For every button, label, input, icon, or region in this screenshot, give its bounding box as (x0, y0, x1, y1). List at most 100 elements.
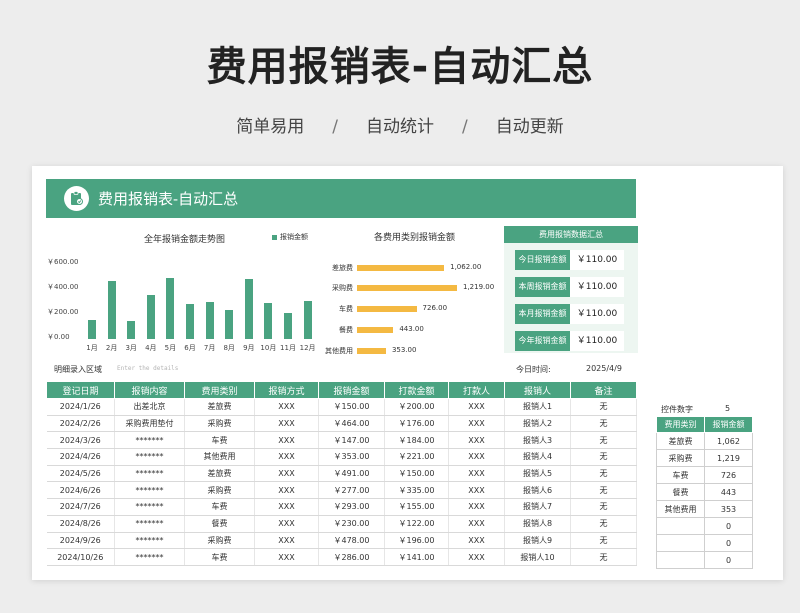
table-cell[interactable]: XXX (448, 548, 505, 566)
column-header[interactable]: 报销内容 (114, 381, 185, 399)
table-cell[interactable]: ******* (114, 498, 185, 516)
table-cell[interactable]: 无 (570, 548, 637, 566)
table-cell[interactable]: 采购费 (184, 532, 255, 550)
table-cell[interactable]: 2024/1/26 (46, 398, 115, 416)
table-cell[interactable]: 2024/3/26 (46, 431, 115, 450)
table-cell[interactable]: 其他费用 (184, 448, 255, 466)
control-value[interactable]: 5 (725, 404, 730, 413)
table-cell[interactable]: 报销人3 (504, 431, 571, 450)
table-cell[interactable]: 2024/2/26 (46, 415, 115, 433)
table-cell[interactable]: XXX (254, 515, 319, 533)
table-cell[interactable]: 差旅费 (184, 398, 255, 416)
table-cell[interactable]: 报销人5 (504, 465, 571, 483)
table-cell[interactable]: 无 (570, 515, 637, 533)
table-cell[interactable]: 报销人4 (504, 448, 571, 466)
table-cell[interactable]: ￥200.00 (384, 398, 449, 416)
table-cell[interactable]: XXX (448, 431, 505, 450)
table-cell[interactable]: ￥464.00 (318, 415, 385, 433)
column-header[interactable]: 费用类别 (184, 381, 255, 399)
table-cell[interactable]: ￥286.00 (318, 548, 385, 566)
table-cell[interactable]: 报销人2 (504, 415, 571, 433)
table-cell[interactable]: ￥293.00 (318, 498, 385, 516)
table-cell[interactable]: XXX (448, 398, 505, 416)
table-cell[interactable]: XXX (448, 465, 505, 483)
table-cell[interactable]: 无 (570, 415, 637, 433)
table-cell[interactable]: XXX (448, 448, 505, 466)
table-cell[interactable]: ￥353.00 (318, 448, 385, 466)
table-cell[interactable]: 餐费 (184, 515, 255, 533)
table-cell[interactable]: 2024/7/26 (46, 498, 115, 516)
table-row[interactable]: 2024/2/26 采购费用垫付 采购费 XXX ￥464.00 ￥176.00 XXX 报销… (46, 415, 637, 433)
table-cell[interactable]: XXX (448, 415, 505, 433)
table-cell[interactable]: 报销人9 (504, 532, 571, 550)
table-cell[interactable]: XXX (448, 481, 505, 500)
table-cell[interactable]: ￥491.00 (318, 465, 385, 483)
table-cell[interactable]: ******* (114, 548, 185, 566)
table-cell[interactable]: ******* (114, 448, 185, 466)
table-cell[interactable]: ￥150.00 (384, 465, 449, 483)
column-header[interactable]: 打款人 (448, 381, 505, 399)
table-cell[interactable]: 采购费用垫付 (114, 415, 185, 433)
table-cell[interactable]: ￥122.00 (384, 515, 449, 533)
table-cell[interactable]: ￥147.00 (318, 431, 385, 450)
table-cell[interactable]: 无 (570, 498, 637, 516)
table-cell[interactable]: ￥335.00 (384, 481, 449, 500)
table-cell[interactable]: XXX (254, 465, 319, 483)
table-cell[interactable]: XXX (254, 498, 319, 516)
entry-placeholder[interactable]: Enter the details (117, 365, 178, 372)
table-cell[interactable]: ******* (114, 481, 185, 500)
table-cell[interactable]: 无 (570, 481, 637, 500)
column-header[interactable]: 报销金额 (318, 381, 385, 399)
table-cell[interactable]: 2024/8/26 (46, 515, 115, 533)
table-cell[interactable]: 无 (570, 431, 637, 450)
table-cell[interactable]: XXX (448, 532, 505, 550)
table-cell[interactable]: XXX (254, 532, 319, 550)
table-cell[interactable]: XXX (254, 448, 319, 466)
table-cell[interactable]: ￥230.00 (318, 515, 385, 533)
table-cell[interactable]: ￥176.00 (384, 415, 449, 433)
table-cell[interactable]: 车费 (184, 431, 255, 450)
table-cell[interactable]: ￥196.00 (384, 532, 449, 550)
table-cell[interactable]: XXX (448, 498, 505, 516)
table-cell[interactable]: ******* (114, 431, 185, 450)
table-cell[interactable]: 2024/5/26 (46, 465, 115, 483)
table-cell[interactable]: ******* (114, 515, 185, 533)
table-cell[interactable]: 2024/4/26 (46, 448, 115, 466)
table-cell[interactable]: 报销人10 (504, 548, 571, 566)
table-row[interactable]: 2024/7/26 ******* 车费 XXX ￥293.00 ￥155.00 XXX 报销… (46, 498, 637, 516)
column-header[interactable]: 备注 (570, 381, 637, 399)
table-cell[interactable]: ******* (114, 532, 185, 550)
table-row[interactable]: 2024/3/26 ******* 车费 XXX ￥147.00 ￥184.00 XXX 报销… (46, 431, 637, 450)
table-row[interactable]: 2024/1/26 出差北京 差旅费 XXX ￥150.00 ￥200.00 XXX 报销人1… (46, 398, 637, 416)
table-cell[interactable]: 车费 (184, 498, 255, 516)
table-cell[interactable]: 无 (570, 398, 637, 416)
column-header[interactable]: 报销方式 (254, 381, 319, 399)
table-cell[interactable]: XXX (254, 481, 319, 500)
table-cell[interactable]: XXX (448, 515, 505, 533)
table-cell[interactable]: ￥141.00 (384, 548, 449, 566)
table-row[interactable]: 2024/8/26 ******* 餐费 XXX ￥230.00 ￥122.00 XXX 报销… (46, 515, 637, 533)
table-cell[interactable]: ￥277.00 (318, 481, 385, 500)
table-row[interactable]: 2024/6/26 ******* 采购费 XXX ￥277.00 ￥335.00 XXX 报… (46, 481, 637, 500)
column-header[interactable]: 打款金额 (384, 381, 449, 399)
table-cell[interactable]: XXX (254, 548, 319, 566)
table-cell[interactable]: 无 (570, 465, 637, 483)
table-cell[interactable]: XXX (254, 415, 319, 433)
table-cell[interactable]: 采购费 (184, 415, 255, 433)
table-cell[interactable]: 车费 (184, 548, 255, 566)
table-cell[interactable]: 报销人6 (504, 481, 571, 500)
table-cell[interactable]: 采购费 (184, 481, 255, 500)
table-cell[interactable]: 报销人8 (504, 515, 571, 533)
table-row[interactable]: 2024/4/26 ******* 其他费用 XXX ￥353.00 ￥221.00 XXX… (46, 448, 637, 466)
table-cell[interactable]: 无 (570, 532, 637, 550)
table-cell[interactable]: ￥155.00 (384, 498, 449, 516)
table-cell[interactable]: ￥221.00 (384, 448, 449, 466)
column-header[interactable]: 登记日期 (46, 381, 115, 399)
table-cell[interactable]: 2024/6/26 (46, 481, 115, 500)
table-cell[interactable]: ￥150.00 (318, 398, 385, 416)
table-cell[interactable]: ******* (114, 465, 185, 483)
table-cell[interactable]: 报销人7 (504, 498, 571, 516)
table-cell[interactable]: ￥478.00 (318, 532, 385, 550)
table-cell[interactable]: 差旅费 (184, 465, 255, 483)
table-cell[interactable]: 2024/9/26 (46, 532, 115, 550)
